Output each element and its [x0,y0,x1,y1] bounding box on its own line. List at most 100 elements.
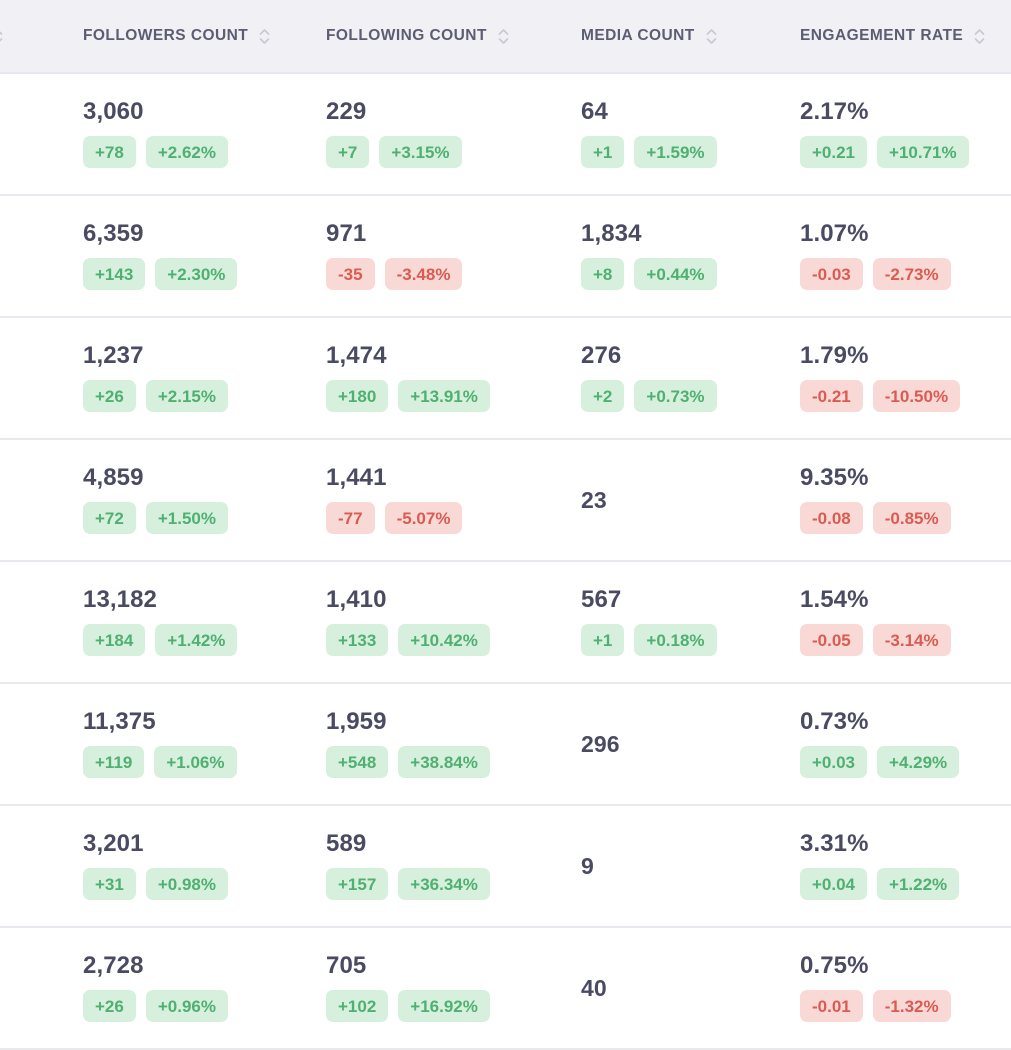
delta-absolute-badge: +548 [326,746,389,778]
metric-cell: 13,182 +184 +1.42% [61,562,304,682]
metric-value: 1.54% [800,586,869,613]
table-cell-media_count: 296 [559,683,778,806]
metric-delta-badges: +0.03 +4.29% [800,746,1003,778]
metric-delta-badges: +133 +10.42% [326,624,551,656]
delta-absolute-badge: -77 [326,502,375,534]
metric-value: 3,060 [83,98,144,125]
metric-value: 9.35% [800,464,869,491]
table-row[interactable]: 11,375 +119 +1.06% 1,959 +548 +38.84% 296 0.73%… [0,683,1011,806]
metric-value: 64 [581,98,608,125]
delta-absolute-badge: +8 [581,258,625,290]
column-header-content [0,25,61,47]
delta-percent-badge: +1.50% [145,502,228,534]
column-header-lead[interactable] [0,0,61,74]
delta-percent-badge: +1.22% [877,868,960,900]
delta-absolute-badge: +0.21 [800,136,868,168]
table-row[interactable]: 1,237 +26 +2.15% 1,474 +180 +13.91% 276 +2 +0.73… [0,317,1011,440]
metric-value: 0.73% [800,708,869,735]
metric-value: 40 [581,974,607,1001]
delta-percent-badge: +0.73% [634,380,717,412]
metric-delta-badges: -0.08 -0.85% [800,502,1003,534]
delta-percent-badge: +0.96% [145,990,228,1022]
metric-value: 1,474 [326,342,387,369]
metric-cell: 296 [559,684,778,804]
column-header-label: FOLLOWING COUNT [326,27,487,44]
metric-cell: 4,859 +72 +1.50% [61,440,304,560]
delta-percent-badge: +4.29% [877,746,960,778]
table-row[interactable]: 3,060 +78 +2.62% 229 +7 +3.15% 64 +1 +1.59% 2.17%… [0,73,1011,196]
sort-chevrons-icon[interactable] [258,25,271,47]
metric-cell: 6,359 +143 +2.30% [61,196,304,316]
sort-chevrons-icon[interactable] [705,25,718,47]
delta-percent-badge: +38.84% [398,746,490,778]
table-cell-lead [0,561,61,684]
delta-percent-badge: +36.34% [398,868,490,900]
metric-cell: 1,410 +133 +10.42% [304,562,559,682]
metric-value: 13,182 [83,586,158,613]
table-row[interactable]: 4,859 +72 +1.50% 1,441 -77 -5.07% 23 9.35% -0.08… [0,439,1011,562]
social-metrics-table: FOLLOWERS COUNT FOLLOWING COUNT MEDIA COUN… [0,0,1011,1050]
column-header-followers_count[interactable]: FOLLOWERS COUNT [61,0,304,74]
metric-delta-badges: +26 +2.15% [83,380,296,412]
delta-percent-badge: +1.59% [634,136,717,168]
metric-cell: 1,959 +548 +38.84% [304,684,559,804]
metric-value: 11,375 [83,708,156,735]
metric-delta-badges: +180 +13.91% [326,380,551,412]
delta-percent-badge: +2.15% [145,380,228,412]
delta-absolute-badge: +26 [83,990,136,1022]
metric-value: 567 [581,586,622,613]
metric-delta-badges: +2 +0.73% [581,380,770,412]
delta-percent-badge: -10.50% [872,380,961,412]
table-row[interactable]: 2,728 +26 +0.96% 705 +102 +16.92% 40 0.75% -0.01… [0,927,1011,1050]
column-header-media_count[interactable]: MEDIA COUNT [559,0,778,74]
table-row[interactable]: 6,359 +143 +2.30% 971 -35 -3.48% 1,834 +8 +0.44%… [0,195,1011,318]
metric-delta-badges: +0.21 +10.71% [800,136,1003,168]
delta-absolute-badge: +31 [83,868,136,900]
delta-percent-badge: +16.92% [398,990,490,1022]
table-cell-engagement_rate: 1.54% -0.05 -3.14% [778,561,1011,684]
column-header-content: MEDIA COUNT [559,25,778,47]
table-cell-following_count: 229 +7 +3.15% [304,73,559,196]
column-header-content: FOLLOWERS COUNT [61,25,304,47]
table-cell-lead [0,683,61,806]
table-cell-followers_count: 6,359 +143 +2.30% [61,195,304,318]
delta-percent-badge: +3.15% [379,136,462,168]
table-cell-media_count: 1,834 +8 +0.44% [559,195,778,318]
table-cell-following_count: 589 +157 +36.34% [304,805,559,928]
table-cell-followers_count: 3,201 +31 +0.98% [61,805,304,928]
delta-percent-badge: -3.48% [384,258,463,290]
table-cell-lead [0,805,61,928]
delta-percent-badge: +10.71% [877,136,969,168]
delta-absolute-badge: +0.03 [800,746,868,778]
delta-absolute-badge: +102 [326,990,389,1022]
column-header-engagement_rate[interactable]: ENGAGEMENT RATE [778,0,1011,74]
delta-absolute-badge: -35 [326,258,375,290]
metric-value: 1,959 [326,708,387,735]
table-row[interactable]: 3,201 +31 +0.98% 589 +157 +36.34% 9 3.31% +0.04 +… [0,805,1011,928]
table-cell-empty [0,196,61,316]
metric-delta-badges: +26 +0.96% [83,990,296,1022]
table-cell-empty [0,74,61,194]
table-header-row: FOLLOWERS COUNT FOLLOWING COUNT MEDIA COUN… [0,0,1011,74]
metric-value: 1,441 [326,464,387,491]
delta-absolute-badge: -0.01 [800,990,863,1022]
metric-value: 1,410 [326,586,387,613]
metric-delta-badges: -35 -3.48% [326,258,551,290]
table-cell-media_count: 40 [559,927,778,1050]
sort-chevrons-icon[interactable] [497,25,510,47]
sort-chevrons-icon[interactable] [0,25,4,47]
table-cell-media_count: 9 [559,805,778,928]
metric-cell: 705 +102 +16.92% [304,928,559,1048]
column-header-following_count[interactable]: FOLLOWING COUNT [304,0,559,74]
sort-chevrons-icon[interactable] [973,25,986,47]
metric-value: 705 [326,952,367,979]
delta-absolute-badge: +7 [326,136,370,168]
metric-cell: 1,441 -77 -5.07% [304,440,559,560]
metric-value: 1,834 [581,220,642,247]
metric-delta-badges: +184 +1.42% [83,624,296,656]
metric-cell: 9.35% -0.08 -0.85% [778,440,1011,560]
metric-delta-badges: +119 +1.06% [83,746,296,778]
table-row[interactable]: 13,182 +184 +1.42% 1,410 +133 +10.42% 567 +1 +0.… [0,561,1011,684]
metric-value: 23 [581,486,607,513]
metric-delta-badges: -0.03 -2.73% [800,258,1003,290]
